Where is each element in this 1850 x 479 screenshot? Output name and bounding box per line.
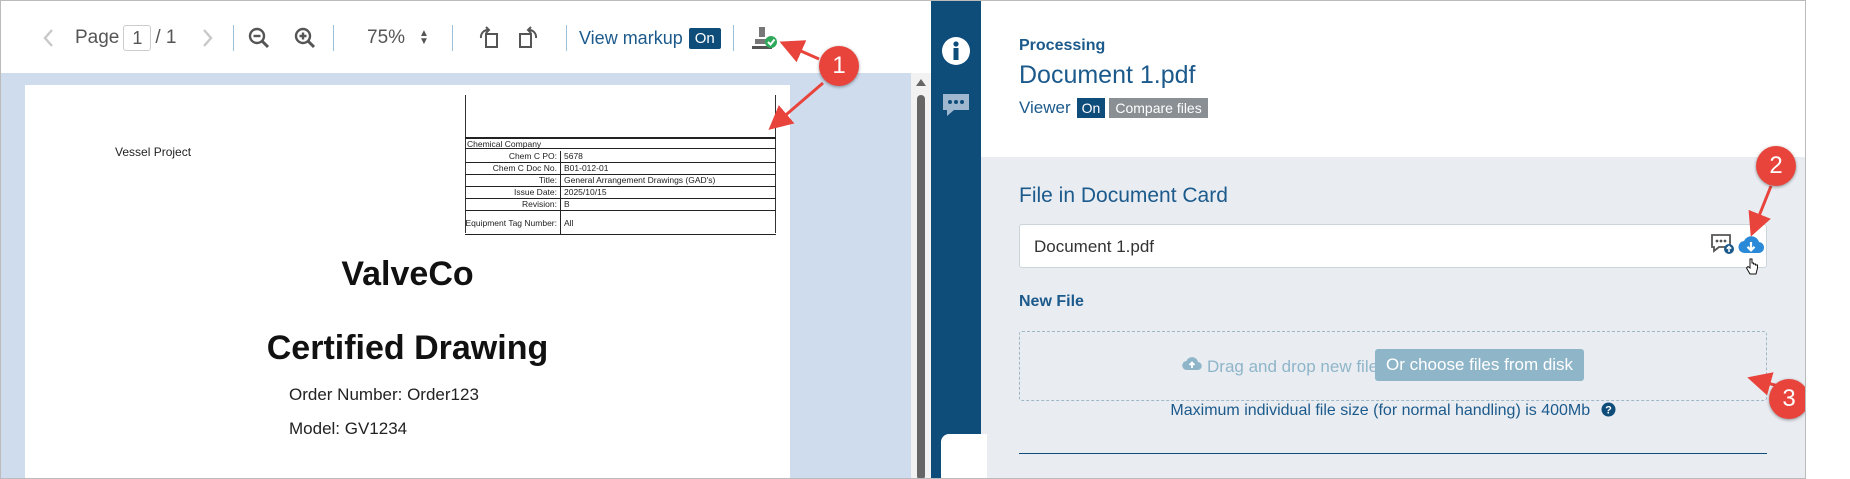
callout-1: 1 [819, 46, 859, 86]
annotation-arrows [768, 40, 1805, 396]
app-window: Page 1 / 1 75% ▲ ▼ View markup On Vessel… [0, 0, 1806, 479]
callout-2: 2 [1756, 146, 1796, 186]
callout-3: 3 [1769, 379, 1805, 419]
